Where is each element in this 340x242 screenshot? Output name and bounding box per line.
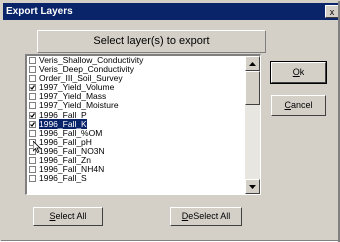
checkmark-icon (30, 112, 35, 118)
layer-list-item[interactable]: 1996_Fall_S (27, 174, 245, 183)
scroll-down-button[interactable] (245, 179, 260, 194)
layer-label: 1996_Fall_S (39, 173, 87, 184)
layer-checkbox[interactable] (29, 138, 36, 146)
layer-listbox[interactable]: Veris_Shallow_Conductivity Veris_Deep_Con… (25, 54, 261, 195)
deselect-all-label: eSelect All (188, 211, 231, 221)
checkmark-icon (30, 85, 35, 91)
select-layers-header: Select layer(s) to export (37, 30, 266, 53)
layer-checkbox[interactable] (29, 120, 36, 128)
layer-checkbox[interactable] (29, 102, 36, 110)
layer-checkbox[interactable] (29, 147, 36, 155)
ok-button[interactable]: Ok (270, 61, 327, 84)
layer-checkbox[interactable] (29, 66, 36, 74)
layer-checkbox[interactable] (29, 129, 36, 137)
select-all-button[interactable]: Select All (33, 207, 103, 226)
cancel-button[interactable]: Cancel (271, 95, 326, 116)
list-scrollbar[interactable] (245, 56, 260, 194)
window-title: Export Layers (6, 6, 73, 17)
cancel-label: ancel (290, 100, 313, 110)
checkmark-icon (30, 121, 35, 127)
scroll-thumb[interactable] (245, 71, 260, 105)
layer-checkbox[interactable] (29, 57, 36, 64)
scroll-up-button[interactable] (245, 56, 260, 71)
layer-checkbox[interactable] (29, 111, 36, 119)
select-all-label: elect All (55, 211, 87, 221)
ok-label: k (299, 67, 305, 77)
layer-checkbox[interactable] (29, 84, 36, 92)
layer-list-items: Veris_Shallow_Conductivity Veris_Deep_Con… (27, 56, 245, 183)
export-layers-dialog: Export Layers x Select layer(s) to expor… (0, 0, 340, 242)
ok-mnemonic: O (292, 67, 300, 77)
scroll-up-arrow-icon (249, 62, 256, 66)
deselect-all-button[interactable]: DeSelect All (170, 207, 242, 226)
close-button[interactable]: x (325, 5, 339, 18)
title-bar[interactable]: Export Layers x (3, 3, 339, 20)
layer-checkbox[interactable] (29, 166, 36, 174)
layer-checkbox[interactable] (29, 157, 36, 165)
scroll-down-arrow-icon (249, 185, 256, 189)
layer-checkbox[interactable] (29, 93, 36, 101)
close-icon: x (329, 7, 335, 17)
layer-checkbox[interactable] (29, 175, 36, 183)
layer-checkbox[interactable] (29, 75, 36, 83)
